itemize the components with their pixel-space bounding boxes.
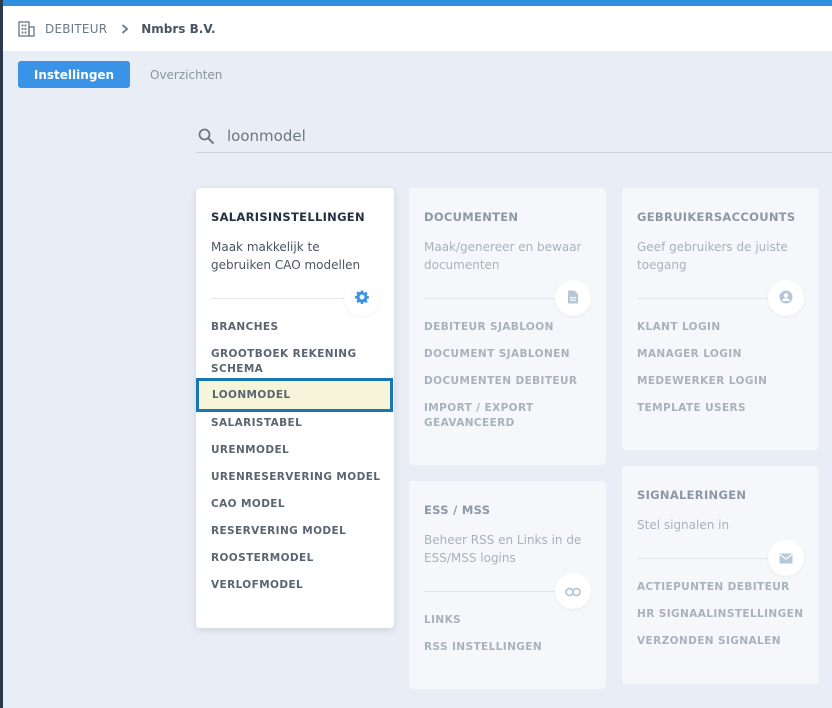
card-title: SIGNALERINGEN <box>637 488 747 502</box>
link-branches[interactable]: BRANCHES <box>211 320 384 335</box>
card-title: SALARISINSTELLINGEN <box>211 210 365 224</box>
link-icon <box>565 582 581 601</box>
card-link-list: DEBITEUR SJABLOON DOCUMENT SJABLONEN DOC… <box>424 320 596 443</box>
card-description: Geef gebruikers de juiste toegang <box>637 240 788 272</box>
link-manager-login[interactable]: MANAGER LOGIN <box>637 347 809 362</box>
link-verlofmodel[interactable]: VERLOFMODEL <box>211 578 384 593</box>
gear-icon <box>355 289 369 308</box>
card-icon-badge <box>555 573 591 609</box>
building-icon <box>18 20 36 38</box>
breadcrumb: DEBITEUR Nmbrs B.V. <box>3 6 832 51</box>
link-cao-model[interactable]: CAO MODEL <box>211 497 384 512</box>
card-icon-badge <box>555 280 591 316</box>
card-description: Stel signalen in <box>637 518 730 532</box>
link-documenten-debiteur[interactable]: DOCUMENTEN DEBITEUR <box>424 374 596 389</box>
link-grootboek-rekening-schema[interactable]: GROOTBOEK REKENING SCHEMA <box>211 347 384 377</box>
card-icon-badge <box>768 280 804 316</box>
breadcrumb-root[interactable]: DEBITEUR <box>45 22 107 36</box>
link-actiepunten-debiteur[interactable]: ACTIEPUNTEN DEBITEUR <box>637 580 809 595</box>
card-divider <box>211 298 349 299</box>
envelope-icon <box>779 549 793 568</box>
card-ess-mss[interactable]: ESS / MSS Beheer RSS en Links in de ESS/… <box>409 481 606 689</box>
link-klant-login[interactable]: KLANT LOGIN <box>637 320 809 335</box>
tab-overzichten[interactable]: Overzichten <box>150 61 222 88</box>
search-bar <box>196 120 832 153</box>
card-gebruikersaccounts[interactable]: GEBRUIKERSACCOUNTS Geef gebruikers de ju… <box>622 188 819 450</box>
card-title: DOCUMENTEN <box>424 210 519 224</box>
link-links[interactable]: LINKS <box>424 613 596 628</box>
link-rss-instellingen[interactable]: RSS INSTELLINGEN <box>424 640 596 655</box>
card-icon-badge <box>768 540 804 576</box>
card-title: ESS / MSS <box>424 503 491 517</box>
link-urenmodel[interactable]: URENMODEL <box>211 443 384 458</box>
card-documenten[interactable]: DOCUMENTEN Maak/genereer en bewaar docum… <box>409 188 606 465</box>
link-template-users[interactable]: TEMPLATE USERS <box>637 401 809 416</box>
card-description: Beheer RSS en Links in de ESS/MSS logins <box>424 533 582 565</box>
card-link-list: BRANCHES GROOTBOEK REKENING SCHEMA SALAR… <box>211 320 384 605</box>
user-icon <box>779 289 793 308</box>
left-edge-bar <box>0 0 3 708</box>
link-loonmodel[interactable]: LOONMODEL <box>196 378 393 412</box>
chevron-right-icon <box>121 23 129 34</box>
link-roostermodel[interactable]: ROOSTERMODEL <box>211 551 384 566</box>
card-description: Maak/genereer en bewaar documenten <box>424 240 582 272</box>
search-icon <box>198 127 216 145</box>
card-link-list: LINKS RSS INSTELLINGEN <box>424 613 596 667</box>
card-signaleringen[interactable]: SIGNALERINGEN Stel signalen in ACTIEPUNT… <box>622 466 819 684</box>
card-link-list: KLANT LOGIN MANAGER LOGIN MEDEWERKER LOG… <box>637 320 809 428</box>
card-description: Maak makkelijk te gebruiken CAO modellen <box>211 240 361 272</box>
card-icon-badge <box>344 280 380 316</box>
link-salaristabel[interactable]: SALARISTABEL <box>211 416 384 431</box>
search-input[interactable] <box>227 127 787 145</box>
link-urenreservering-model[interactable]: URENRESERVERING MODEL <box>211 470 384 485</box>
link-verzonden-signalen[interactable]: VERZONDEN SIGNALEN <box>637 634 809 649</box>
link-debiteur-sjabloon[interactable]: DEBITEUR SJABLOON <box>424 320 596 335</box>
link-hr-signaalinstellingen[interactable]: HR SIGNAALINSTELLINGEN <box>637 607 809 622</box>
card-title: GEBRUIKERSACCOUNTS <box>637 210 796 224</box>
breadcrumb-company[interactable]: Nmbrs B.V. <box>141 22 215 36</box>
card-link-list: ACTIEPUNTEN DEBITEUR HR SIGNAALINSTELLIN… <box>637 580 809 661</box>
document-icon <box>567 289 579 308</box>
tab-instellingen[interactable]: Instellingen <box>18 61 130 88</box>
link-import-export[interactable]: IMPORT / EXPORT GEAVANCEERD <box>424 401 596 431</box>
link-reservering-model[interactable]: RESERVERING MODEL <box>211 524 384 539</box>
link-medewerker-login[interactable]: MEDEWERKER LOGIN <box>637 374 809 389</box>
link-document-sjablonen[interactable]: DOCUMENT SJABLONEN <box>424 347 596 362</box>
